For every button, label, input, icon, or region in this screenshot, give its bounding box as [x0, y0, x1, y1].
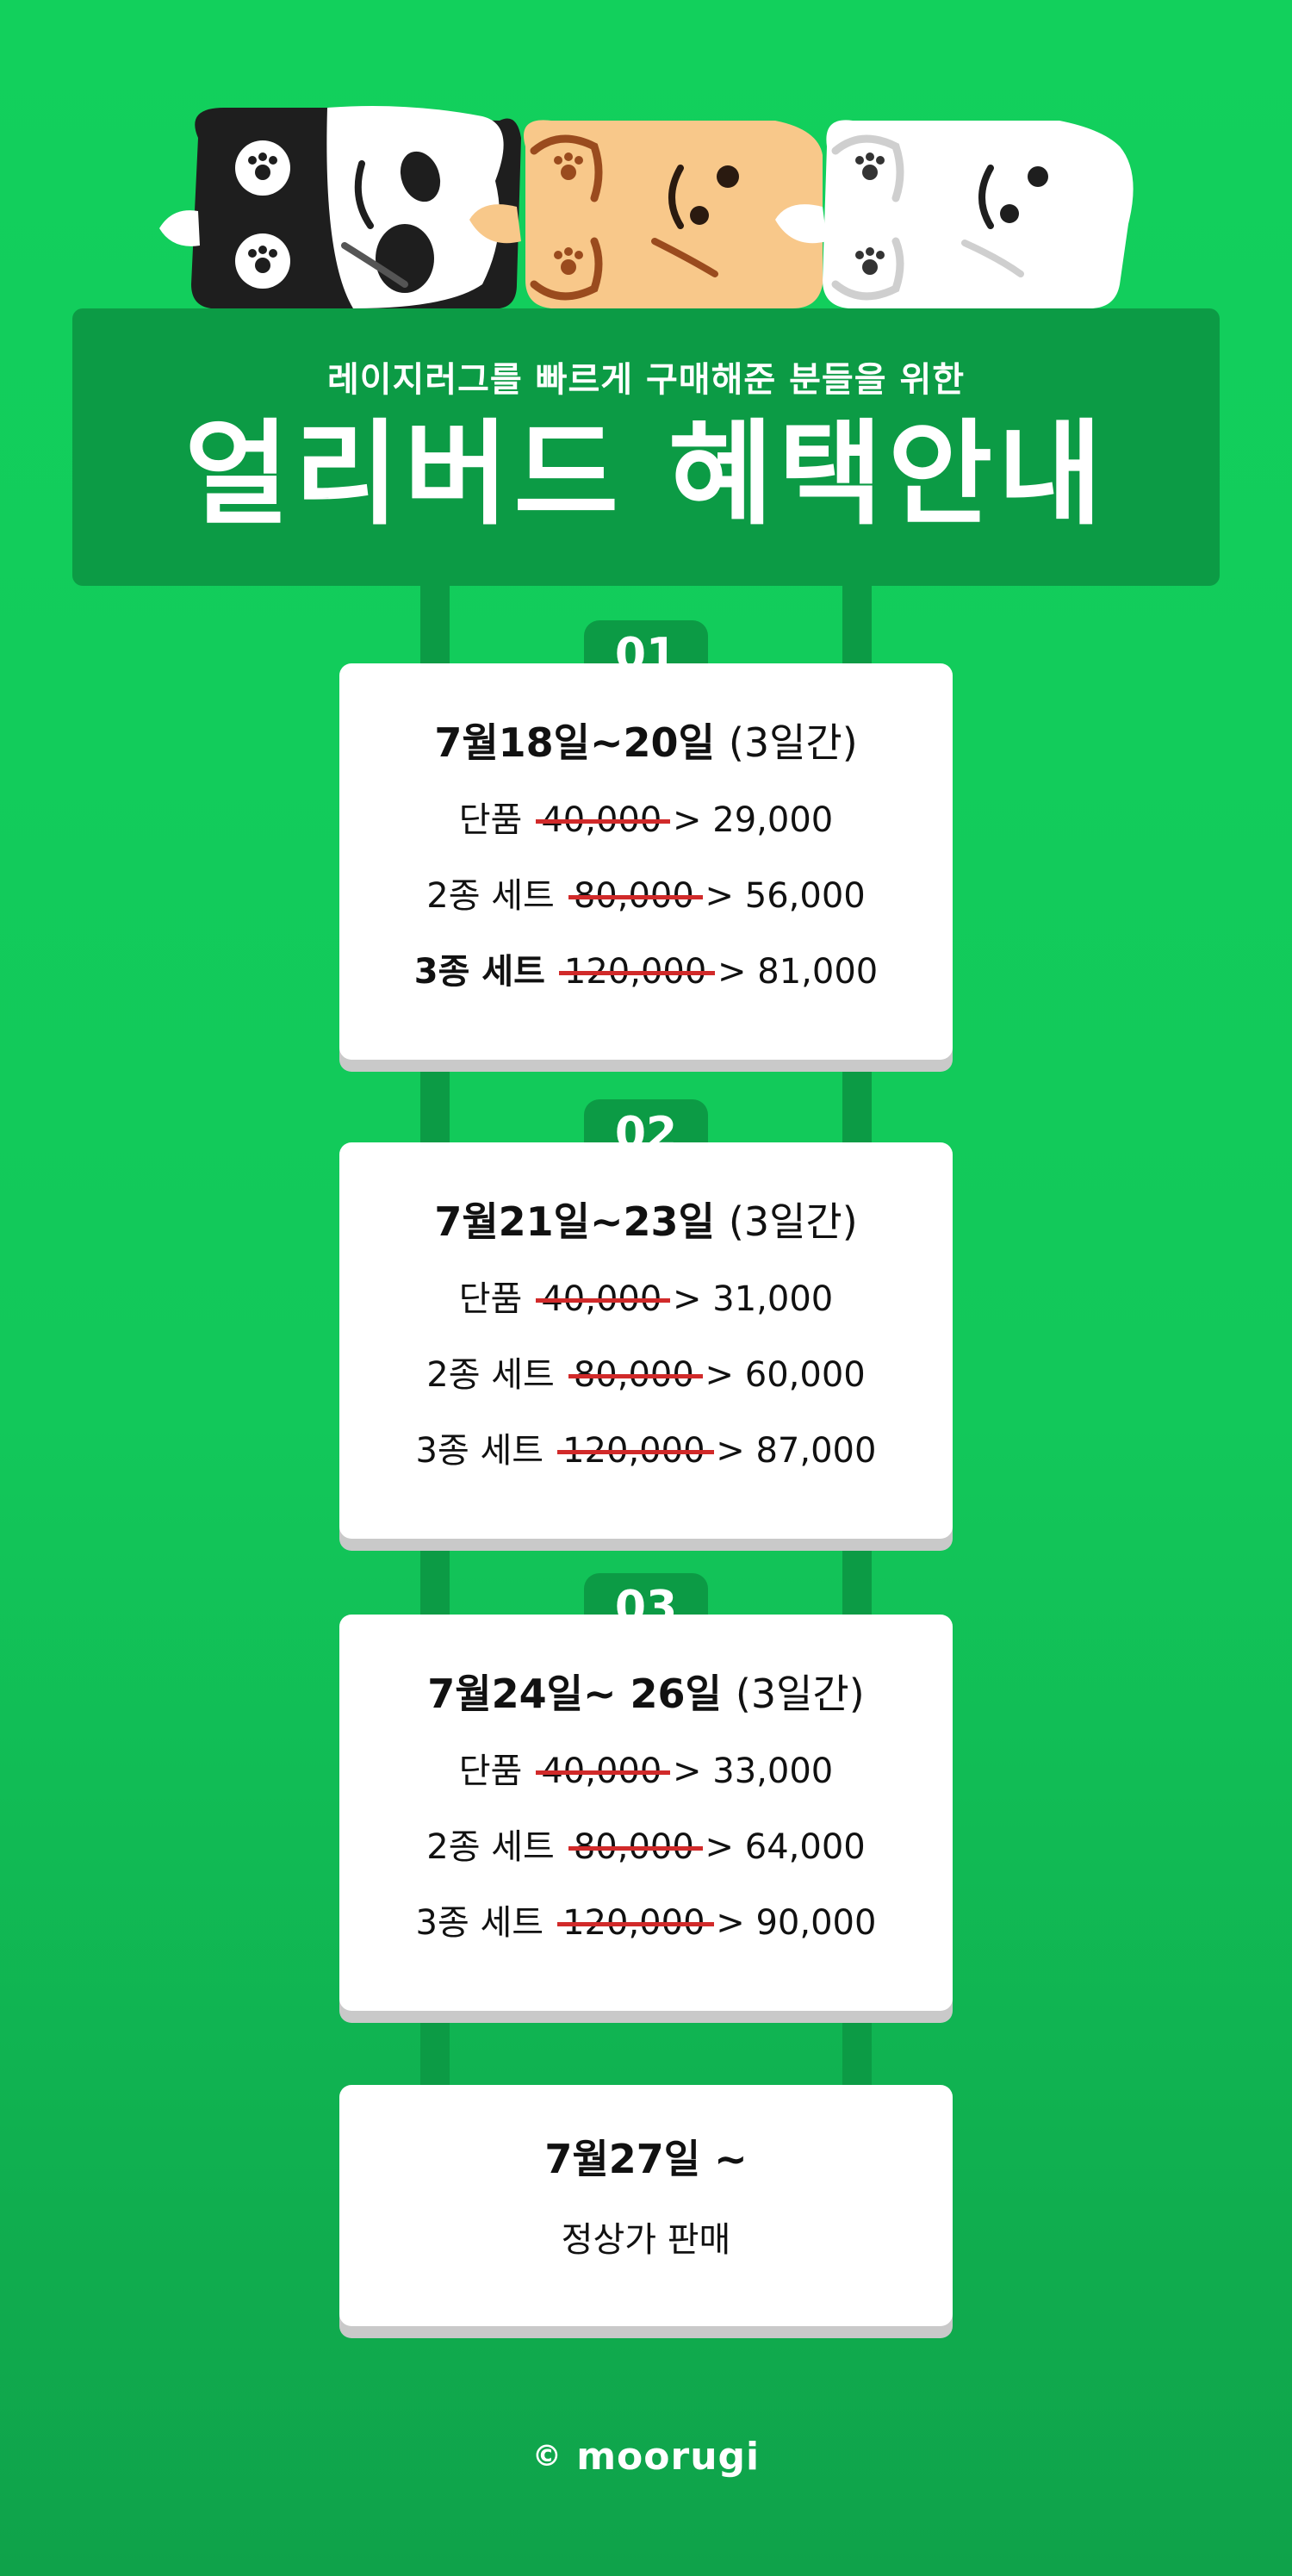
sale-price: > 81,000 [717, 952, 879, 992]
period-date: 7월21일~23일 (3일간) [434, 1198, 858, 1245]
sale-price: > 90,000 [716, 1903, 877, 1943]
price-row-set3: 3종 세트 120,000 > 90,000 [415, 1903, 877, 1943]
banner-subtitle: 레이지러그를 빠르게 구매해준 분들을 위한 [326, 360, 966, 400]
banner-title: 얼리버드 혜택안내 [184, 408, 1108, 541]
original-price: 80,000 [573, 1827, 694, 1867]
final-date: 7월27일 ~ [544, 2136, 748, 2182]
original-price: 40,000 [541, 800, 662, 840]
period-date: 7월24일~ 26일 (3일간) [427, 1671, 865, 1717]
original-price: 80,000 [573, 876, 694, 916]
price-card-03: 7월24일~ 26일 (3일간) 단품 40,000 > 33,000 2종 세트… [339, 1615, 953, 2011]
original-price: 80,000 [573, 1355, 694, 1395]
logo-text: moorugi [576, 2435, 761, 2479]
original-price: 120,000 [563, 952, 707, 992]
price-card-01: 7월18일~20일 (3일간) 단품 40,000 > 29,000 2종 세트 8… [339, 663, 953, 1060]
copyright-icon: © [531, 2439, 562, 2473]
price-row-single: 단품 40,000 > 31,000 [458, 1279, 834, 1319]
price-row-set3: 3종 세트 120,000 > 81,000 [413, 952, 879, 992]
original-price: 120,000 [562, 1431, 705, 1471]
price-row-single: 단품 40,000 > 29,000 [458, 800, 834, 840]
price-row-set2: 2종 세트 80,000 > 56,000 [426, 876, 866, 916]
regular-price-card: 7월27일 ~ 정상가 판매 [339, 2085, 953, 2326]
price-row-set3: 3종 세트 120,000 > 87,000 [415, 1431, 877, 1471]
sale-price: > 33,000 [673, 1752, 834, 1791]
period-duration: (3일간) [728, 719, 858, 766]
sale-price: > 87,000 [716, 1431, 877, 1471]
period-duration: (3일간) [735, 1671, 865, 1717]
original-price: 120,000 [562, 1903, 705, 1943]
header-banner: 레이지러그를 빠르게 구매해준 분들을 위한 얼리버드 혜택안내 [72, 308, 1220, 586]
original-price: 40,000 [541, 1752, 662, 1791]
period-duration: (3일간) [728, 1198, 858, 1245]
original-price: 40,000 [541, 1279, 662, 1319]
brand-logo: © moorugi [0, 2435, 1292, 2479]
price-card-02: 7월21일~23일 (3일간) 단품 40,000 > 31,000 2종 세트 8… [339, 1142, 953, 1539]
period-date: 7월18일~20일 (3일간) [434, 719, 858, 766]
mascot-rugs-illustration [159, 105, 1134, 308]
white-rug-icon [775, 120, 1134, 308]
panda-rug-icon [159, 105, 521, 308]
final-note: 정상가 판매 [561, 2220, 731, 2260]
sale-price: > 60,000 [705, 1355, 866, 1395]
price-row-single: 단품 40,000 > 33,000 [458, 1752, 834, 1791]
sale-price: > 64,000 [705, 1827, 866, 1867]
sale-price: > 56,000 [705, 876, 866, 916]
sale-price: > 29,000 [673, 800, 834, 840]
sale-price: > 31,000 [673, 1279, 834, 1319]
orange-rug-icon [469, 120, 823, 308]
price-row-set2: 2종 세트 80,000 > 60,000 [426, 1355, 866, 1395]
price-row-set2: 2종 세트 80,000 > 64,000 [426, 1827, 866, 1867]
